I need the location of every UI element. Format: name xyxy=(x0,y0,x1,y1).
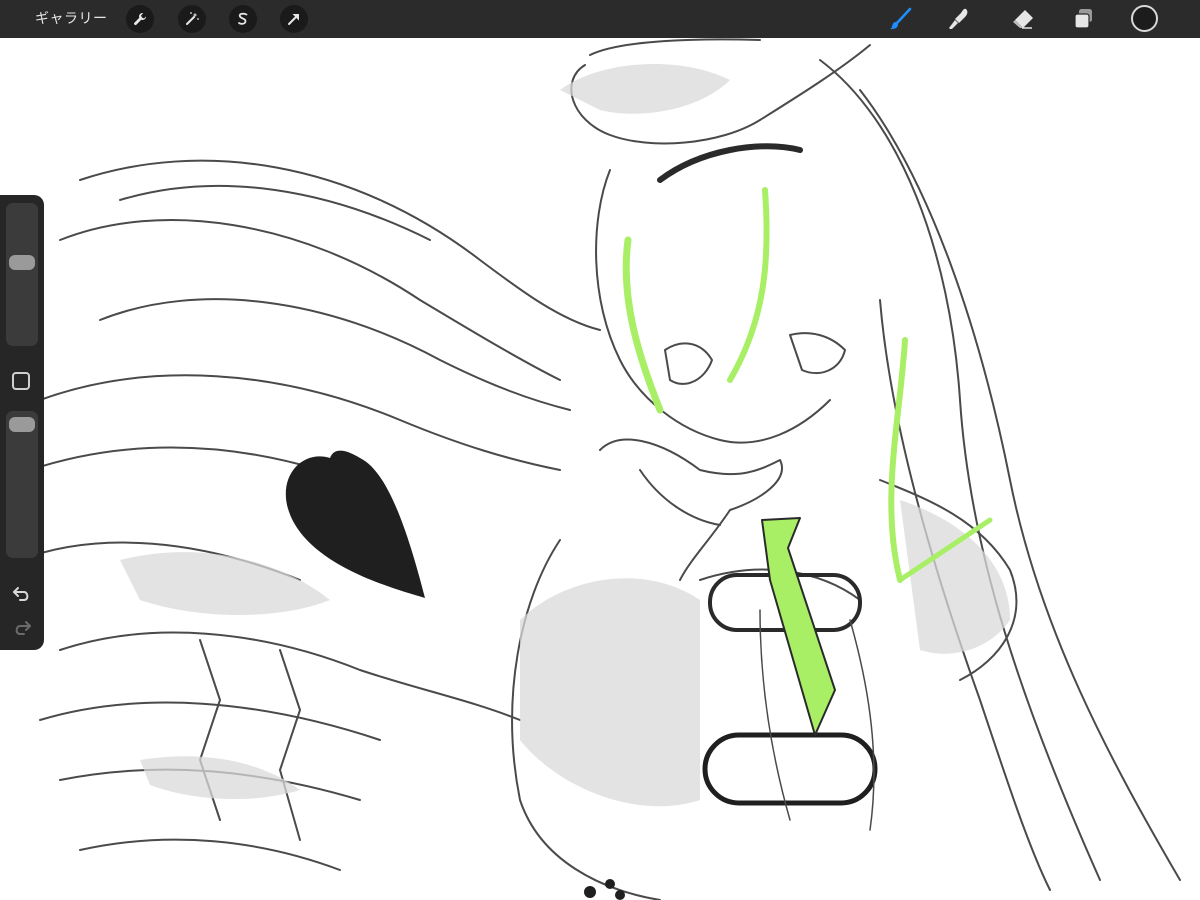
right-eye xyxy=(789,332,846,375)
gallery-button[interactable]: ギャラリー xyxy=(35,0,108,38)
skirt-ruffle xyxy=(59,631,521,721)
smudge-button[interactable] xyxy=(944,4,974,34)
undo-icon xyxy=(13,587,29,601)
green-hair-streak xyxy=(622,236,664,414)
procreate-app: ギャラリー xyxy=(0,0,1200,900)
shading-area xyxy=(560,63,730,114)
brush-icon xyxy=(890,7,912,30)
wrench-icon xyxy=(134,13,147,26)
opacity-slider[interactable] xyxy=(6,411,38,558)
redo-icon xyxy=(15,621,31,635)
layers-icon xyxy=(1074,9,1092,29)
hand xyxy=(599,438,783,581)
selection-button[interactable] xyxy=(229,5,257,33)
left-eye xyxy=(664,342,713,385)
green-necktie xyxy=(761,517,836,736)
layers-button[interactable] xyxy=(1068,4,1098,34)
eraser-icon xyxy=(1013,10,1033,29)
modify-button[interactable] xyxy=(12,372,30,390)
brush-size-slider[interactable] xyxy=(6,203,38,346)
adjustments-button[interactable] xyxy=(178,5,206,33)
selection-icon xyxy=(238,12,248,25)
transform-button[interactable] xyxy=(280,5,308,33)
actions-button[interactable] xyxy=(126,5,154,33)
heart-shape xyxy=(285,450,425,598)
smudge-icon xyxy=(949,8,968,29)
transform-arrow-icon xyxy=(288,14,299,25)
chest-cutout-lower xyxy=(702,732,878,806)
color-picker-button[interactable] xyxy=(1131,5,1158,32)
redo-button[interactable] xyxy=(10,617,34,637)
brush-size-thumb[interactable] xyxy=(9,255,35,270)
brush-button[interactable] xyxy=(886,4,916,34)
top-toolbar: ギャラリー xyxy=(0,0,1200,38)
left-sidebar xyxy=(0,195,44,650)
magic-wand-icon xyxy=(186,12,199,25)
eraser-button[interactable] xyxy=(1008,4,1038,34)
undo-button[interactable] xyxy=(10,583,34,603)
opacity-thumb[interactable] xyxy=(9,417,35,432)
sketch-artwork xyxy=(19,38,1181,900)
drawing-canvas[interactable] xyxy=(0,38,1200,900)
